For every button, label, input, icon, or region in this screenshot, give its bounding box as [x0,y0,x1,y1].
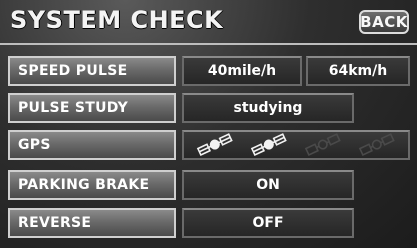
speed-pulse-kmh-value: 64km/h [306,56,410,86]
row-label-pulse-study: PULSE STUDY [8,93,176,123]
pulse-study-value: studying [182,93,354,123]
row-label-gps: GPS [8,130,176,160]
row-label-parking-brake: PARKING BRAKE [8,170,176,200]
system-check-screen: SYSTEM CHECK BACK SPEED PULSE 40mile/h 6… [0,0,417,248]
header-divider [0,43,417,45]
back-button[interactable]: BACK [359,10,409,34]
parking-brake-value: ON [182,170,354,200]
satellite-icon [250,133,287,156]
page-title: SYSTEM CHECK [10,6,224,34]
row-label-speed-pulse: SPEED PULSE [8,56,176,86]
satellite-icon [304,133,341,156]
row-label-reverse: REVERSE [8,208,176,238]
gps-satellite-strip [182,130,410,160]
satellite-icon [196,133,233,156]
reverse-value: OFF [182,208,354,238]
speed-pulse-mph-value: 40mile/h [182,56,302,86]
satellite-icon [358,133,395,156]
